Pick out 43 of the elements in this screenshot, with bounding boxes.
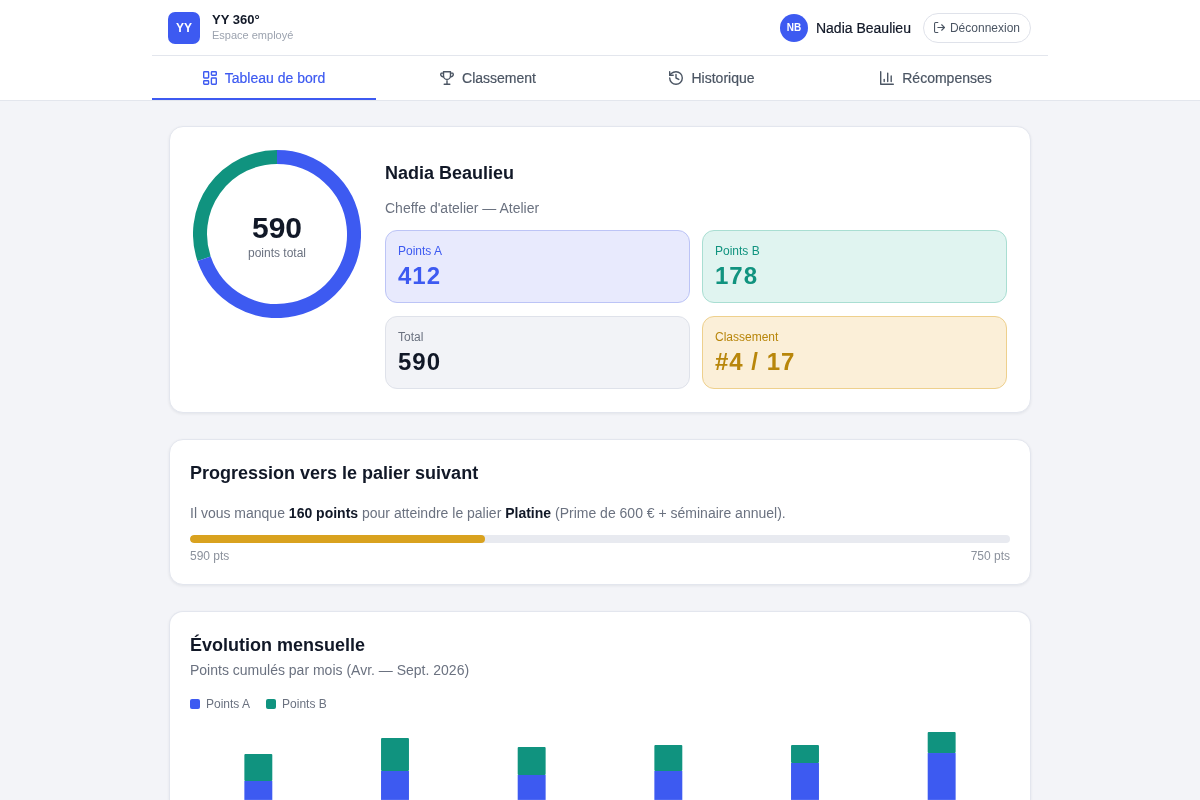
stacked-bar-segment bbox=[244, 754, 273, 781]
user-avatar: NB bbox=[779, 13, 808, 42]
nav-tab[interactable]: Tableau de bord bbox=[152, 56, 376, 100]
stacked-bar-segment bbox=[654, 771, 683, 800]
user-name: Nadia Beaulieu bbox=[815, 19, 911, 36]
stacked-bar-segment bbox=[517, 774, 546, 800]
stat-value: 590 bbox=[398, 348, 442, 376]
stacked-bar-segment bbox=[381, 771, 409, 800]
progress-title: Progression vers le palier suivant bbox=[190, 462, 480, 485]
progress-start-label: 590 pts bbox=[190, 548, 230, 564]
stat-label: Points B bbox=[715, 243, 760, 259]
history-icon bbox=[669, 71, 684, 85]
stat-value: 412 bbox=[398, 262, 442, 290]
legend-label: Points A bbox=[206, 696, 251, 712]
nav-tab[interactable]: Récompenses bbox=[824, 56, 1048, 100]
bar-chart-icon bbox=[880, 71, 895, 85]
logout-icon bbox=[933, 22, 945, 33]
app-subtitle: Espace employé bbox=[212, 28, 294, 43]
logout-button[interactable]: Déconnexion bbox=[922, 12, 1031, 43]
stacked-bar-segment bbox=[381, 738, 409, 771]
stacked-bar-segment bbox=[244, 780, 273, 800]
chart-subtitle: Points cumulés par mois (Avr. — Sept. 2026) bbox=[190, 661, 470, 680]
progress-end-label: 750 pts bbox=[970, 548, 1010, 564]
stacked-bar-segment bbox=[654, 745, 683, 771]
nav-tab[interactable]: Classement bbox=[376, 56, 600, 100]
dashboard-grid-icon bbox=[202, 71, 217, 85]
stat-value: #4 / 17 bbox=[715, 348, 796, 376]
stat-label: Classement bbox=[715, 329, 779, 345]
trophy-icon bbox=[440, 71, 455, 85]
stat-value: 178 bbox=[715, 262, 759, 290]
stat-label: Points A bbox=[398, 243, 443, 259]
employee-role: Cheffe d'atelier — Atelier bbox=[385, 199, 541, 218]
chart-title: Évolution mensuelle bbox=[190, 633, 366, 657]
progress-message: Il vous manque 160 points pour atteindre le palier Platine (Prime de 600 € + séminaire annuel). bbox=[190, 504, 787, 523]
total-points-value: 590 bbox=[251, 211, 302, 245]
app-name: YY 360° bbox=[212, 12, 261, 28]
employee-name: Nadia Beaulieu bbox=[385, 162, 516, 185]
legend-label: Points B bbox=[282, 696, 327, 712]
stat-label: Total bbox=[398, 329, 424, 345]
app-logo: YY bbox=[168, 11, 200, 44]
total-points-caption: points total bbox=[248, 245, 306, 261]
stacked-bar-segment bbox=[517, 747, 546, 775]
nav-tab[interactable]: Historique bbox=[600, 56, 824, 100]
